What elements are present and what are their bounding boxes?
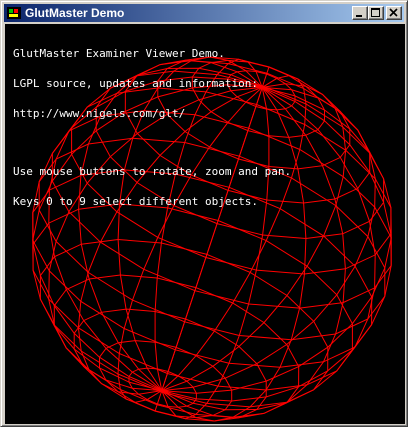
glut-app-icon[interactable] (6, 5, 22, 21)
maximize-icon (371, 8, 380, 17)
window-title: GlutMaster Demo (25, 6, 125, 20)
maximize-button[interactable] (368, 6, 384, 20)
minimize-button[interactable] (352, 6, 368, 20)
minimize-icon (356, 15, 362, 17)
overlay-line: GlutMaster Examiner Viewer Demo. (13, 47, 225, 60)
app-window: GlutMaster Demo GlutMaster Examiner View… (0, 0, 408, 427)
title-bar[interactable]: GlutMaster Demo (4, 4, 404, 22)
overlay-help-line: Use mouse buttons to rotate, zoom and pa… (13, 165, 292, 178)
overlay-spacer (13, 139, 291, 147)
overlay-help-line: Keys 0 to 9 select different objects. (13, 195, 259, 208)
close-icon (389, 8, 398, 17)
overlay-line: LGPL source, updates and information: (13, 77, 259, 90)
overlay-line: http://www.nigels.com/glt/ (13, 107, 186, 120)
glut-viewport[interactable]: GlutMaster Examiner Viewer Demo. LGPL so… (5, 24, 405, 424)
info-overlay: GlutMaster Examiner Viewer Demo. LGPL so… (13, 29, 291, 227)
close-button[interactable] (386, 6, 402, 20)
